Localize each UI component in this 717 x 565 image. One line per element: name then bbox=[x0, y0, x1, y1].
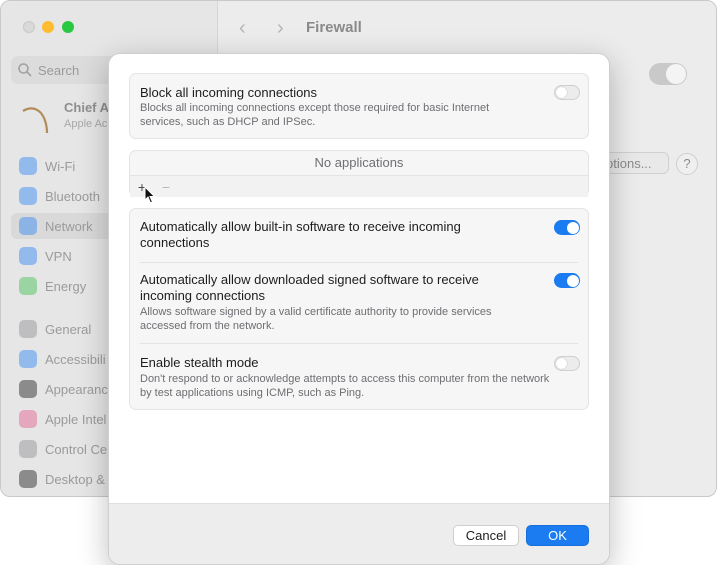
sidebar-item-label: General bbox=[45, 322, 92, 337]
block-all-description: Blocks all incoming connections except t… bbox=[140, 102, 490, 128]
divider bbox=[140, 262, 578, 263]
sidebar-item-icon bbox=[19, 247, 37, 265]
sidebar-item-icon bbox=[19, 350, 37, 368]
sidebar-item-icon bbox=[19, 217, 37, 235]
sidebar-item-icon bbox=[19, 277, 37, 295]
mouse-pointer-icon bbox=[144, 186, 156, 204]
builtin-software-title: Automatically allow built-in software to… bbox=[140, 219, 461, 250]
block-all-title: Block all incoming connections bbox=[140, 85, 318, 100]
sidebar-item-icon bbox=[19, 187, 37, 205]
signed-software-title: Automatically allow downloaded signed so… bbox=[140, 272, 479, 303]
firewall-toggle[interactable] bbox=[649, 63, 687, 85]
ok-button[interactable]: OK bbox=[526, 525, 589, 546]
search-placeholder: Search bbox=[38, 63, 80, 78]
remove-application-button[interactable]: − bbox=[156, 178, 176, 196]
sidebar-item-label: Bluetooth bbox=[45, 189, 100, 204]
sidebar-item-icon bbox=[19, 470, 37, 488]
signed-software-description: Allows software signed by a valid certif… bbox=[140, 306, 492, 332]
zoom-window-button[interactable] bbox=[62, 21, 74, 33]
applications-toolbar: + − bbox=[130, 175, 588, 197]
sidebar-item-label: Energy bbox=[45, 279, 87, 294]
no-applications-label: No applications bbox=[314, 155, 404, 170]
sidebar-item-label: VPN bbox=[45, 249, 72, 264]
stealth-mode-title: Enable stealth mode bbox=[140, 355, 259, 370]
account-subtitle: Apple Ac bbox=[64, 118, 108, 130]
sidebar-item-icon bbox=[19, 380, 37, 398]
search-icon bbox=[18, 63, 32, 77]
signed-software-toggle[interactable] bbox=[554, 273, 580, 288]
sidebar-item-label: Control Ce bbox=[45, 442, 108, 457]
block-all-toggle[interactable] bbox=[554, 85, 580, 100]
back-chevron-icon[interactable]: ‹ bbox=[239, 17, 246, 40]
block-all-card: Block all incoming connections Blocks al… bbox=[129, 73, 589, 139]
close-window-button[interactable] bbox=[23, 21, 35, 33]
firewall-options-sheet: Block all incoming connections Blocks al… bbox=[108, 53, 610, 565]
account-name: Chief A bbox=[64, 100, 110, 115]
stealth-mode-toggle[interactable] bbox=[554, 356, 580, 371]
sidebar-item-label: Appearanc bbox=[45, 382, 108, 397]
cancel-button[interactable]: Cancel bbox=[453, 525, 519, 546]
forward-chevron-icon[interactable]: › bbox=[277, 17, 284, 40]
sidebar-item-icon bbox=[19, 440, 37, 458]
sidebar-item-label: Wi-Fi bbox=[45, 159, 76, 174]
builtin-software-toggle[interactable] bbox=[554, 220, 580, 235]
window-title: Firewall bbox=[306, 19, 362, 36]
sidebar-item-label: Apple Intel bbox=[45, 412, 107, 427]
avatar bbox=[22, 107, 49, 134]
sidebar-item-label: Network bbox=[45, 219, 93, 234]
stealth-mode-description: Don't respond to or acknowledge attempts… bbox=[140, 373, 550, 399]
sidebar-item-icon bbox=[19, 410, 37, 428]
sidebar-item-label: Desktop & bbox=[45, 472, 105, 487]
divider bbox=[140, 343, 578, 344]
sidebar-item-icon bbox=[19, 157, 37, 175]
applications-list: No applications + − bbox=[129, 150, 589, 197]
sidebar-item-icon bbox=[19, 320, 37, 338]
help-button[interactable]: ? bbox=[676, 153, 698, 175]
allow-settings-card: Automatically allow built-in software to… bbox=[129, 208, 589, 410]
sheet-footer: Cancel OK bbox=[109, 503, 609, 564]
minimize-window-button[interactable] bbox=[42, 21, 54, 33]
sidebar-item-label: Accessibili bbox=[45, 352, 106, 367]
